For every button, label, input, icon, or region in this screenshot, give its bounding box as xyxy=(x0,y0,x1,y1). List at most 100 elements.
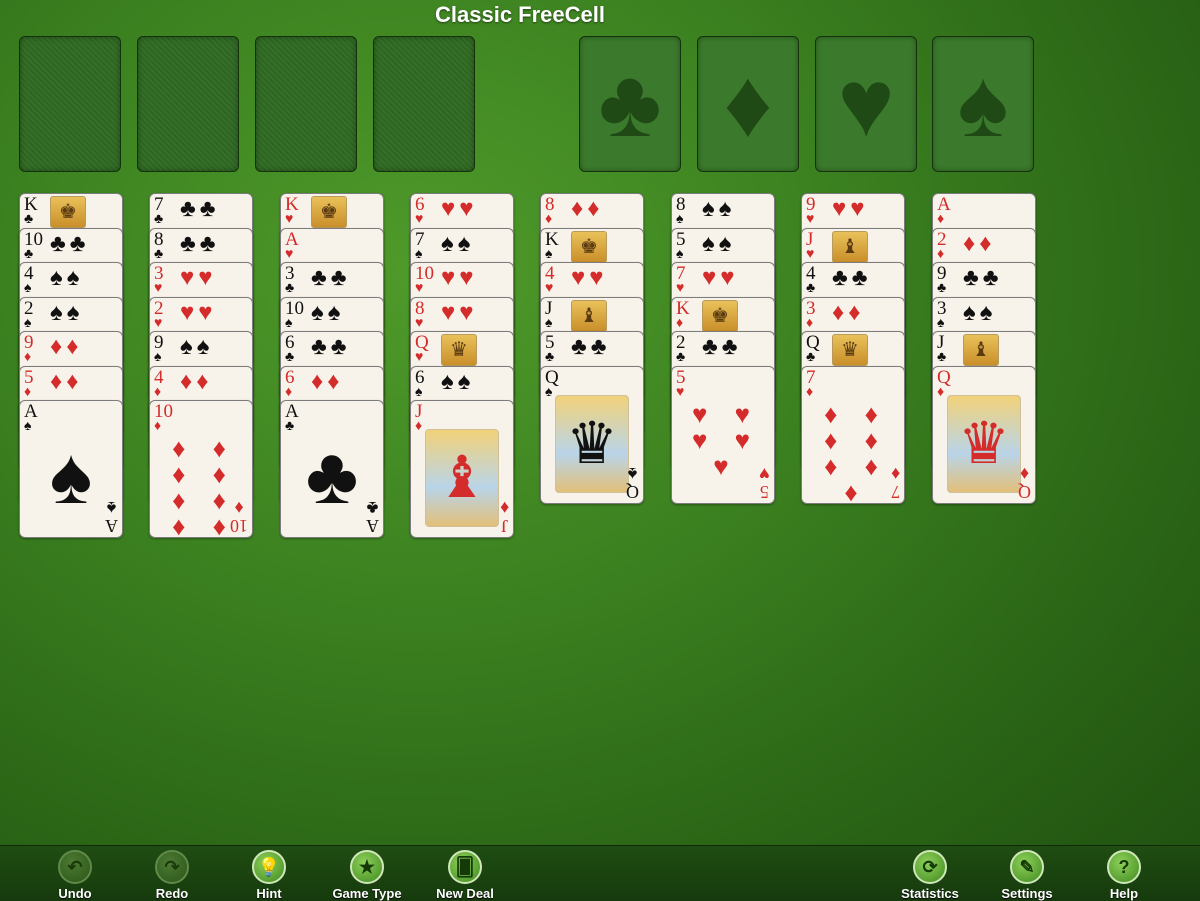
card-suit-icon: ♦ xyxy=(806,313,814,330)
card-pips: ♣♣ xyxy=(571,333,611,360)
toolbar-label: Statistics xyxy=(901,886,959,901)
card-suit-icon: ♥ xyxy=(285,244,294,261)
card-suit-icon: ♣ xyxy=(24,210,34,226)
foundation-2[interactable]: ♦ xyxy=(697,36,799,172)
hint-button[interactable]: 💡 Hint xyxy=(224,850,314,901)
card-suit-icon: ♥ xyxy=(415,313,424,330)
card-pips: ♥♥ xyxy=(441,298,478,326)
playing-card[interactable]: J ♦ ♝ J ♦ xyxy=(410,400,514,538)
card-rank-inverted: A ♣ xyxy=(366,498,379,536)
card-pips: ♥♥ xyxy=(702,264,739,291)
card-pips: ♦♦ xyxy=(963,229,996,257)
card-suit-icon: ♣ xyxy=(24,244,34,261)
card-suit-icon: ♣ xyxy=(154,244,164,261)
card-pips: ♦♦ xyxy=(571,195,604,222)
foundation-suit-icon: ♠ xyxy=(957,50,1009,157)
foundation-suit-icon: ♣ xyxy=(598,50,662,157)
card-suit-icon: ♦ xyxy=(154,382,162,399)
new-deal-button[interactable]: 🂠 New Deal xyxy=(420,850,510,901)
card-suit-icon: ♠ xyxy=(285,313,293,330)
card-pips: ♠♠ xyxy=(311,298,345,326)
toolbar-label: Settings xyxy=(1001,886,1053,901)
card-suit-icon: ♥ xyxy=(415,210,424,226)
card-pips: ♣♣ xyxy=(180,195,220,222)
card-pips: ♥♥ xyxy=(441,195,478,222)
card-suit-icon: ♦ xyxy=(937,244,945,261)
card-rank-inverted: 5 ♥ xyxy=(759,463,770,502)
card-suit-icon: ♣ xyxy=(545,348,555,364)
card-rank-inverted: J ♦ xyxy=(499,498,509,536)
foundation-3[interactable]: ♥ xyxy=(815,36,917,172)
game-title: Classic FreeCell xyxy=(435,2,605,27)
card-pips: ♠♠ xyxy=(50,264,84,291)
settings-button[interactable]: ✎ Settings xyxy=(982,850,1072,901)
foundation-1[interactable]: ♣ xyxy=(579,36,681,172)
card-pips: ♥♥ xyxy=(571,264,608,291)
card-suit-icon: ♠ xyxy=(545,313,553,330)
redo-button[interactable]: ↷ Redo xyxy=(127,850,217,901)
help-button[interactable]: ? Help xyxy=(1079,850,1169,901)
card-pips: ♦♦ xyxy=(50,333,83,360)
card-suit-icon: ♠ xyxy=(154,348,162,364)
card-suit-icon: ♦ xyxy=(937,210,945,226)
card-suit-icon: ♥ xyxy=(415,348,424,364)
card-suit-icon: ♣ xyxy=(154,210,164,226)
card-center-pips: ♦ ♦ ♦ ♦ ♦ ♦ ♦ xyxy=(824,398,888,504)
court-figure-icon: ♛ xyxy=(832,334,868,366)
card-suit-icon: ♦ xyxy=(676,313,684,330)
card-rank-inverted: Q ♠ xyxy=(626,463,639,502)
playing-card[interactable]: Q ♠ ♛ Q ♠ xyxy=(540,365,644,504)
free-cell-3[interactable] xyxy=(255,36,357,172)
undo-button[interactable]: ↶ Undo xyxy=(30,850,120,901)
statistics-button[interactable]: ⟳ Statistics xyxy=(885,850,975,901)
free-cell-4[interactable] xyxy=(373,36,475,172)
card-suit-icon: ♣ xyxy=(285,348,295,364)
card-suit-icon: ♦ xyxy=(24,348,32,364)
playing-card[interactable]: 7 ♦ ♦ ♦ ♦ ♦ ♦ ♦ ♦ 7 ♦ xyxy=(801,365,905,504)
card-suit-icon: ♥ xyxy=(154,313,163,330)
playing-card[interactable]: Q ♦ ♛ Q ♦ xyxy=(932,365,1036,504)
card-pips: ♦♦ xyxy=(180,367,213,395)
card-suit-icon: ♠ xyxy=(545,382,553,399)
court-figure-icon: ♝ xyxy=(963,334,999,366)
card-rank-inverted: Q ♦ xyxy=(1018,463,1031,502)
court-figure-icon: ♚ xyxy=(702,299,738,332)
redo-icon: ↷ xyxy=(155,850,189,884)
card-suit-icon: ♣ xyxy=(937,279,947,295)
card-pips: ♣♣ xyxy=(180,229,220,257)
help-icon: ? xyxy=(1107,850,1141,884)
playing-card[interactable]: 5 ♥ ♥ ♥ ♥ ♥ ♥ 5 ♥ xyxy=(671,365,775,504)
free-cell-2[interactable] xyxy=(137,36,239,172)
card-pips: ♠♠ xyxy=(50,298,84,326)
card-suit-icon: ♠ xyxy=(676,210,684,226)
game-type-button[interactable]: ★ Game Type xyxy=(322,850,412,901)
toolbar-label: Undo xyxy=(58,886,92,901)
court-figure-icon: ♛ xyxy=(441,334,477,366)
card-pips: ♣♣ xyxy=(702,333,742,360)
card-pips: ♠♠ xyxy=(702,229,736,257)
card-suit-icon: ♣ xyxy=(806,348,816,364)
card-pips: ♠♠ xyxy=(963,298,997,326)
pencil-icon: ✎ xyxy=(1010,850,1044,884)
playing-card[interactable]: A ♠ ♠ A ♠ xyxy=(19,400,123,538)
card-pips: ♦♦ xyxy=(50,367,83,395)
foundation-4[interactable]: ♠ xyxy=(932,36,1034,172)
card-suit-icon: ♦ xyxy=(545,210,553,226)
toolbar-label: Help xyxy=(1109,886,1139,901)
free-cell-1[interactable] xyxy=(19,36,121,172)
court-figure-icon: ♝ xyxy=(571,299,607,332)
playing-card[interactable]: 10♦♦ ♦ ♦ ♦ ♦ ♦ ♦ ♦ ♦ ♦10 ♦ xyxy=(149,400,253,538)
card-rank-inverted: 7 ♦ xyxy=(890,463,900,502)
card-pips: ♠♠ xyxy=(441,367,475,395)
card-suit-icon: ♥ xyxy=(806,210,815,226)
card-pips: ♣♣ xyxy=(311,333,351,360)
card-suit-icon: ♠ xyxy=(24,313,32,330)
court-figure-icon: ♚ xyxy=(571,230,607,263)
card-center-pips: ♥ ♥ ♥ ♥ ♥ xyxy=(691,398,761,481)
lightbulb-icon: 💡 xyxy=(252,850,286,884)
card-suit-icon: ♣ xyxy=(806,279,816,295)
playing-card[interactable]: A ♣ ♣ A ♣ xyxy=(280,400,384,538)
card-rank-inverted: A ♠ xyxy=(105,498,118,536)
card-suit-icon: ♣ xyxy=(937,348,947,364)
court-figure-icon: ♚ xyxy=(50,196,86,228)
